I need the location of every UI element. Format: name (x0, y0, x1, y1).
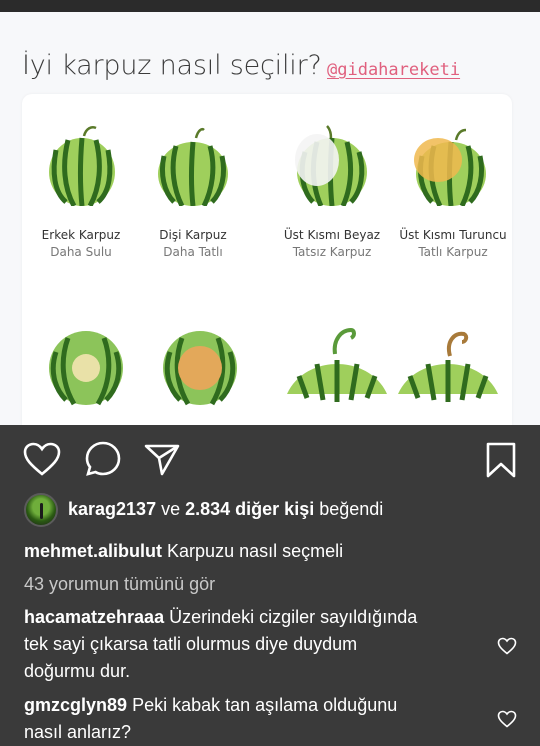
comment-text: Peki kabak tan aşılama olduğunu (132, 695, 398, 715)
watermelon-male-image (46, 122, 118, 206)
send-icon[interactable] (143, 442, 181, 478)
comment-text-line: nasıl anlarız? (24, 722, 132, 742)
comment-like-heart-icon[interactable] (497, 637, 517, 655)
likes-suffix: beğendi (319, 499, 384, 519)
watermelon-white-top-image (295, 122, 369, 206)
liker-username[interactable]: karag2137 (68, 499, 156, 519)
watermelon-female-image (156, 122, 230, 206)
comment-username[interactable]: hacamatzehraaa (24, 607, 164, 627)
caption-orange-top: Üst Kısmı Turuncu Tatlı Karpuz (399, 228, 507, 259)
caption-text: Karpuzu nasıl seçmeli (167, 541, 344, 561)
post-caption: mehmet.alibulut Karpuzu nasıl seçmeli (24, 538, 343, 565)
comment-text: Üzerindeki cizgiler sayıldığında (169, 607, 418, 627)
watermelon-orange-top-image (414, 122, 488, 206)
view-all-comments-link[interactable]: 43 yorumun tümünü gör (24, 571, 215, 598)
post-image[interactable]: İyi karpuz nasıl seçilir? @gidahareketi (0, 12, 540, 425)
post-actions (0, 425, 540, 489)
watermelon-bottom-3-image (285, 324, 389, 408)
comment-item: hacamatzehraaa Üzerindeki cizgiler sayıl… (24, 604, 494, 685)
comment-username[interactable]: gmzcglyn89 (24, 695, 127, 715)
likes-summary[interactable]: karag2137 ve 2.834 diğer kişi beğendi (68, 496, 383, 523)
watermelon-bottom-2-image (162, 330, 238, 406)
caption-female: Dişi Karpuz Daha Tatlı (159, 228, 227, 259)
infographic-handle: @gidahareketi (327, 60, 461, 80)
watermelon-bottom-1-image (48, 330, 124, 406)
comment-icon[interactable] (84, 440, 122, 478)
comment-like-heart-icon[interactable] (497, 710, 517, 728)
caption-username[interactable]: mehmet.alibulut (24, 541, 162, 561)
caption-white-top: Üst Kısmı Beyaz Tatsız Karpuz (283, 228, 381, 259)
bookmark-icon[interactable] (485, 441, 517, 479)
infographic-title: İyi karpuz nasıl seçilir? (22, 50, 322, 81)
comment-text-line: doğurmu dur. (24, 661, 131, 681)
caption-male: Erkek Karpuz Daha Sulu (41, 228, 121, 259)
likes-count[interactable]: 2.834 diğer kişi (185, 499, 314, 519)
liker-avatar[interactable] (24, 493, 58, 527)
status-strip (0, 0, 540, 12)
comment-item: gmzcglyn89 Peki kabak tan aşılama olduğu… (24, 692, 494, 746)
heart-icon[interactable] (23, 442, 61, 476)
likes-connector: ve (161, 499, 181, 519)
comment-text-line: tek sayi çıkarsa tatli olurmus diye duyd… (24, 634, 358, 654)
watermelon-bottom-4-image (396, 324, 500, 408)
